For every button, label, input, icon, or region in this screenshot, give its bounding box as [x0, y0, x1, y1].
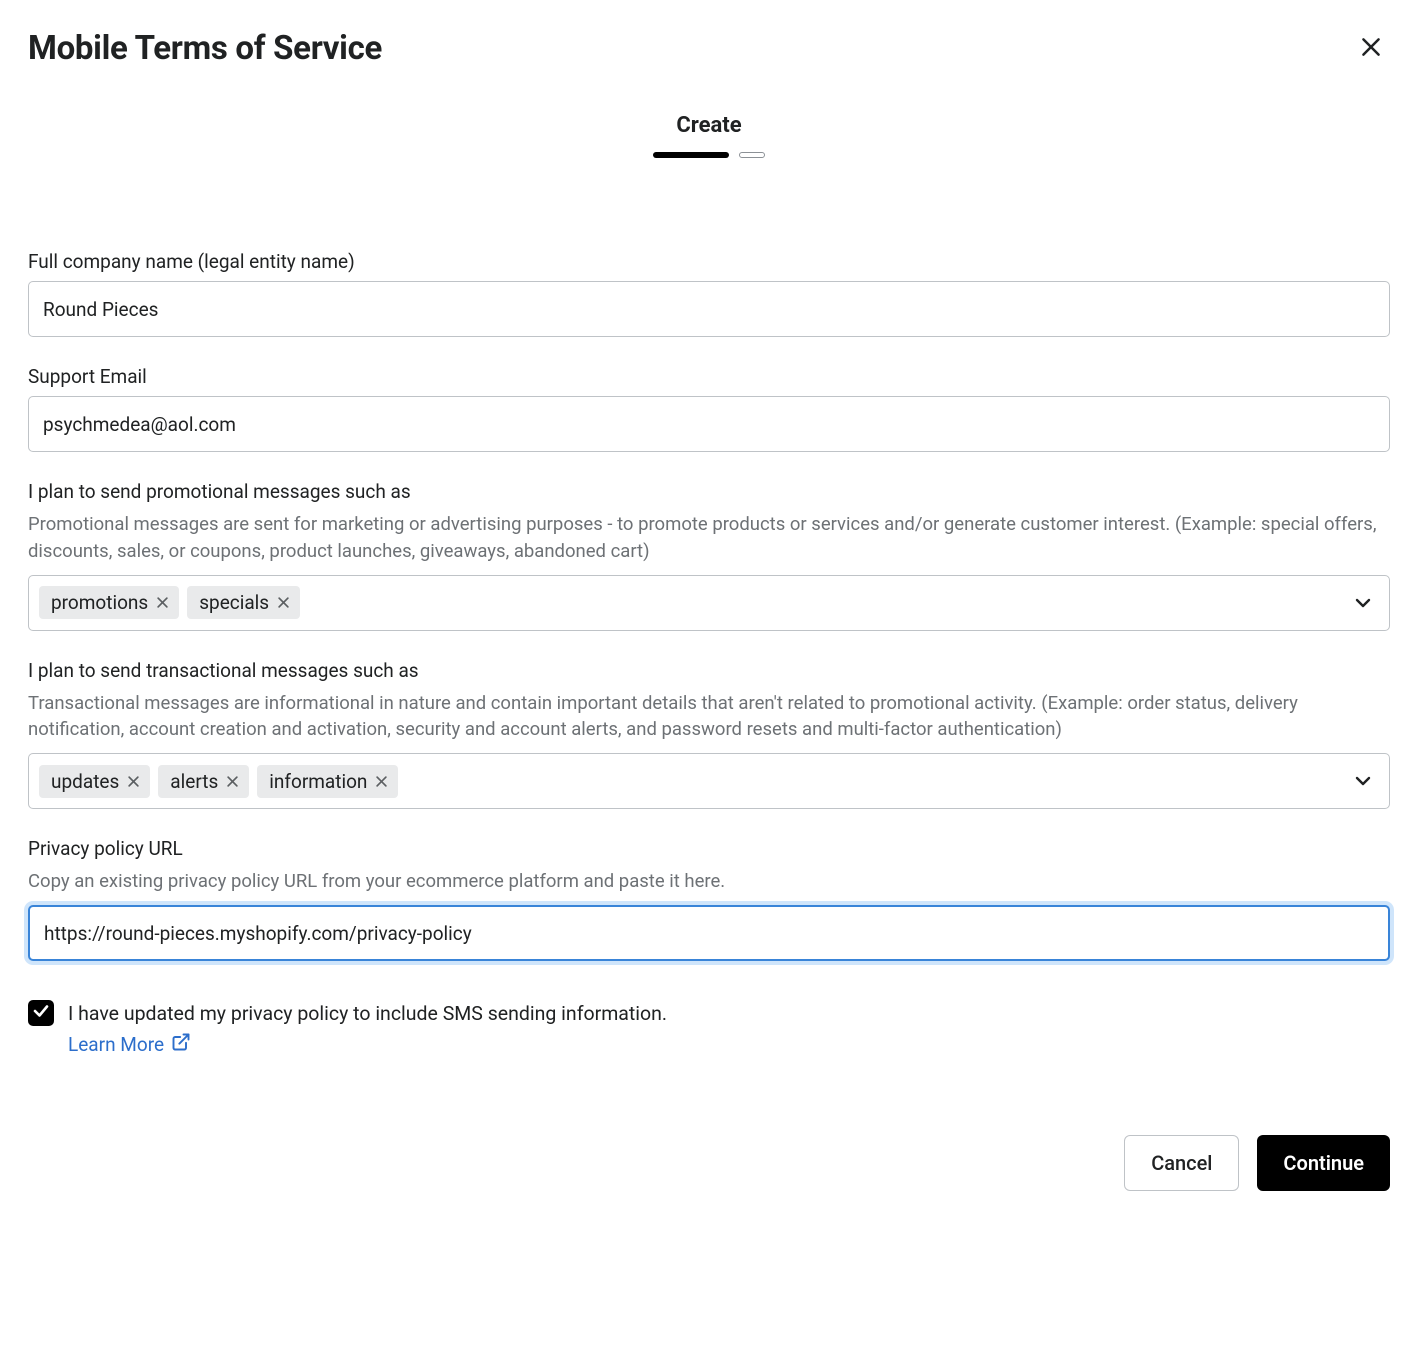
- step-title: Create: [28, 113, 1390, 138]
- progress-step-inactive: [739, 152, 765, 158]
- tag-label: specials: [199, 591, 269, 614]
- transactional-help: Transactional messages are informational…: [28, 690, 1390, 744]
- promotional-label: I plan to send promotional messages such…: [28, 480, 1390, 503]
- cancel-button[interactable]: Cancel: [1124, 1135, 1239, 1191]
- support-email-label: Support Email: [28, 365, 1390, 388]
- page-title: Mobile Terms of Service: [28, 29, 382, 68]
- modal-footer: Cancel Continue: [28, 1135, 1390, 1191]
- close-button[interactable]: [1352, 28, 1390, 69]
- tag-specials: specials: [187, 586, 300, 619]
- transactional-label: I plan to send transactional messages su…: [28, 659, 1390, 682]
- tag-remove-icon[interactable]: [276, 595, 291, 610]
- transactional-group: I plan to send transactional messages su…: [28, 659, 1390, 810]
- promotional-group: I plan to send promotional messages such…: [28, 480, 1390, 631]
- consent-row: I have updated my privacy policy to incl…: [28, 999, 1390, 1057]
- continue-button[interactable]: Continue: [1257, 1135, 1390, 1191]
- tag-promotions: promotions: [39, 586, 179, 619]
- tag-remove-icon[interactable]: [155, 595, 170, 610]
- tag-alerts: alerts: [158, 765, 249, 798]
- privacy-url-group: Privacy policy URL Copy an existing priv…: [28, 837, 1390, 961]
- progress-step-active: [653, 152, 729, 158]
- close-icon: [1358, 34, 1384, 63]
- consent-text-wrap: I have updated my privacy policy to incl…: [68, 999, 667, 1057]
- tag-remove-icon[interactable]: [126, 774, 141, 789]
- promotional-select[interactable]: promotions specials: [28, 575, 1390, 631]
- tag-label: alerts: [170, 770, 218, 793]
- company-name-label: Full company name (legal entity name): [28, 250, 1390, 273]
- chevron-down-icon: [1351, 591, 1375, 615]
- promotional-help: Promotional messages are sent for market…: [28, 511, 1390, 565]
- support-email-input[interactable]: [28, 396, 1390, 452]
- tag-label: updates: [51, 770, 119, 793]
- consent-text: I have updated my privacy policy to incl…: [68, 999, 667, 1028]
- tag-updates: updates: [39, 765, 150, 798]
- modal-header: Mobile Terms of Service: [28, 28, 1390, 69]
- progress-indicator: [28, 152, 1390, 158]
- checkmark-icon: [32, 1002, 50, 1024]
- external-link-icon: [171, 1032, 191, 1057]
- privacy-url-label: Privacy policy URL: [28, 837, 1390, 860]
- learn-more-label: Learn More: [68, 1033, 164, 1056]
- company-name-input[interactable]: [28, 281, 1390, 337]
- tag-label: information: [269, 770, 367, 793]
- privacy-url-input[interactable]: [28, 905, 1390, 961]
- privacy-url-help: Copy an existing privacy policy URL from…: [28, 868, 1390, 895]
- company-name-group: Full company name (legal entity name): [28, 250, 1390, 337]
- learn-more-link[interactable]: Learn More: [68, 1032, 191, 1057]
- tag-label: promotions: [51, 591, 148, 614]
- consent-checkbox[interactable]: [28, 1000, 54, 1026]
- subtitle-section: Create: [28, 113, 1390, 158]
- tag-remove-icon[interactable]: [225, 774, 240, 789]
- tag-remove-icon[interactable]: [374, 774, 389, 789]
- transactional-select[interactable]: updates alerts information: [28, 753, 1390, 809]
- support-email-group: Support Email: [28, 365, 1390, 452]
- chevron-down-icon: [1351, 769, 1375, 793]
- tag-information: information: [257, 765, 398, 798]
